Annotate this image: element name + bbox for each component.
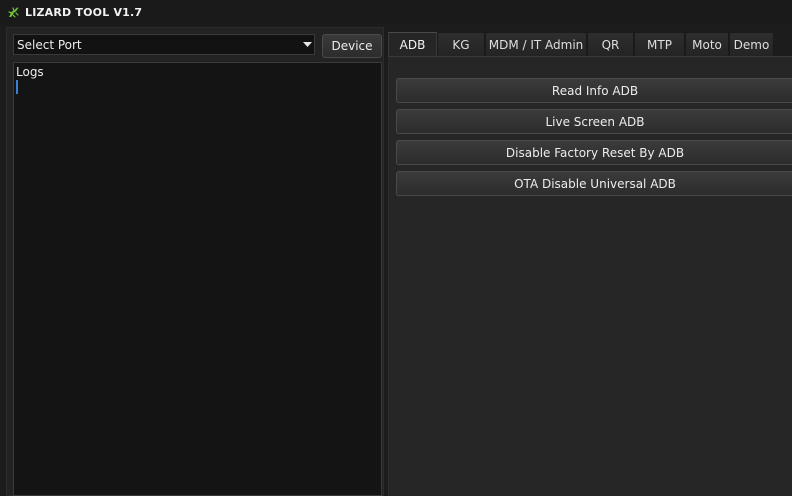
tab-bar: ADB KG MDM / IT Admin QR MTP Moto Demo <box>388 32 774 56</box>
right-pane: ADB KG MDM / IT Admin QR MTP Moto Demo R… <box>388 32 792 496</box>
ota-disable-universal-adb-button[interactable]: OTA Disable Universal ADB <box>396 171 792 196</box>
text-cursor <box>16 80 18 94</box>
logs-label: Logs <box>16 65 44 79</box>
adb-tab-panel: Read Info ADB Live Screen ADB Disable Fa… <box>388 56 792 496</box>
window-title: LIZARD TOOL V1.7 <box>25 5 143 19</box>
port-select[interactable]: Select Port <box>13 34 315 55</box>
tab-qr[interactable]: QR <box>587 32 634 56</box>
chevron-down-icon[interactable] <box>300 35 314 54</box>
left-pane: Select Port Device Logs <box>6 27 384 496</box>
device-button[interactable]: Device <box>322 34 382 58</box>
tab-kg[interactable]: KG <box>437 32 485 56</box>
read-info-adb-button[interactable]: Read Info ADB <box>396 78 792 103</box>
tab-moto[interactable]: Moto <box>685 32 729 56</box>
port-select-value: Select Port <box>17 37 82 52</box>
disable-factory-reset-adb-button[interactable]: Disable Factory Reset By ADB <box>396 140 792 165</box>
tab-mdm-it-admin[interactable]: MDM / IT Admin <box>485 32 587 56</box>
live-screen-adb-button[interactable]: Live Screen ADB <box>396 109 792 134</box>
tab-mtp[interactable]: MTP <box>634 32 685 56</box>
app-window: LIZARD TOOL V1.7 Select Port Device Logs… <box>0 0 792 496</box>
lizard-icon <box>7 5 21 19</box>
tab-demo[interactable]: Demo <box>729 32 774 56</box>
title-bar: LIZARD TOOL V1.7 <box>0 0 792 24</box>
logs-panel[interactable]: Logs <box>13 62 382 496</box>
tab-adb[interactable]: ADB <box>388 32 437 56</box>
